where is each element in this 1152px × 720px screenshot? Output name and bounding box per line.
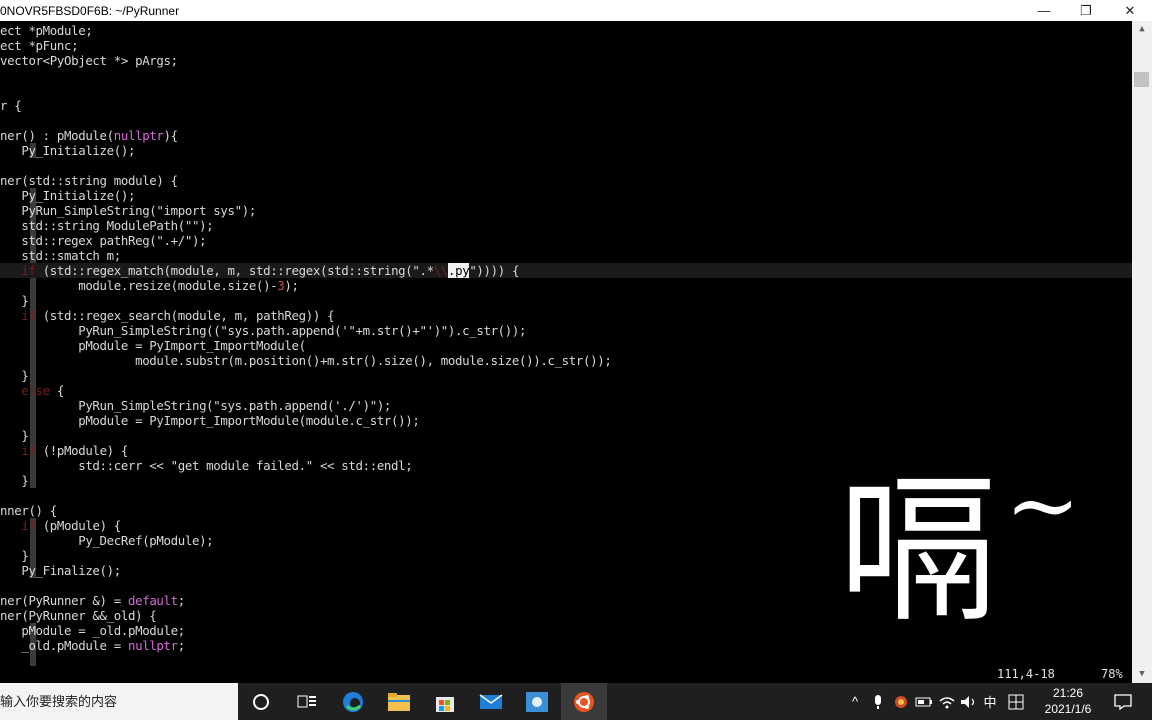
code-line[interactable]: ner(PyRunner &&_old) { (0, 608, 157, 623)
minimize-button[interactable]: — (1022, 0, 1066, 21)
ime-indicator[interactable]: 中 (980, 683, 1000, 720)
window-titlebar[interactable]: 0NOVR5FBSD0F6B: ~/PyRunner — ❐ ✕ (0, 0, 1152, 21)
clock-date: 2021/1/6 (1044, 702, 1092, 716)
taskbar-search-input[interactable]: 输入你要搜索的内容 (0, 683, 238, 720)
app-tray-icon[interactable] (891, 683, 911, 720)
code-line[interactable]: pModule = PyImport_ImportModule( (0, 338, 306, 353)
scrollbar-thumb[interactable] (1134, 72, 1149, 87)
code-line[interactable]: } (0, 548, 28, 563)
code-line[interactable]: std::smatch m; (0, 248, 121, 263)
app-icon[interactable] (514, 683, 560, 720)
vertical-scrollbar[interactable]: ▲ ▼ (1132, 21, 1152, 683)
maximize-button[interactable]: ❐ (1064, 0, 1108, 21)
code-line[interactable]: PyRun_SimpleString("import sys"); (0, 203, 256, 218)
code-line[interactable]: if (std::regex_match(module, m, std::reg… (0, 263, 1132, 278)
notification-icon[interactable] (1110, 683, 1136, 720)
code-line[interactable]: _old.pModule = nullptr; (0, 638, 185, 653)
task-view-icon[interactable] (284, 683, 330, 720)
scroll-up-icon[interactable]: ▲ (1132, 21, 1152, 38)
code-line[interactable]: std::string ModulePath(""); (0, 218, 213, 233)
code-line[interactable]: ner(PyRunner &) = default; (0, 593, 185, 608)
code-line[interactable]: ect *pModule; (0, 23, 93, 38)
wifi-icon[interactable] (936, 683, 958, 720)
code-line[interactable]: Py_Initialize(); (0, 188, 135, 203)
ubuntu-terminal-icon[interactable] (561, 683, 607, 720)
code-line[interactable]: PyRun_SimpleString(("sys.path.append('"+… (0, 323, 526, 338)
volume-icon[interactable] (958, 683, 980, 720)
taskbar-clock[interactable]: 21:26 2021/1/6 (1032, 685, 1104, 717)
chevron-up-icon[interactable]: ^ (846, 683, 864, 720)
code-line[interactable]: } (0, 293, 28, 308)
code-line[interactable]: ner(std::string module) { (0, 173, 178, 188)
edge-browser-icon[interactable] (330, 683, 376, 720)
file-explorer-icon[interactable] (376, 683, 422, 720)
status-line: 111,4-18 78% (0, 667, 1132, 682)
code-line[interactable]: PyRun_SimpleString("sys.path.append('./'… (0, 398, 391, 413)
close-button[interactable]: ✕ (1108, 0, 1152, 21)
mail-icon[interactable] (468, 683, 514, 720)
code-line[interactable]: vector<PyObject *> pArgs; (0, 53, 178, 68)
code-line[interactable]: module.substr(m.position()+m.str().size(… (0, 353, 612, 368)
terminal-area[interactable]: ect *pModule; ect *pFunc; vector<PyObject … (0, 21, 1152, 683)
code-line[interactable]: else { (0, 383, 64, 398)
code-line[interactable]: if (pModule) { (0, 518, 121, 533)
ime-mode-icon[interactable] (1005, 683, 1027, 720)
code-line[interactable]: Py_Initialize(); (0, 143, 135, 158)
scroll-down-icon[interactable]: ▼ (1132, 666, 1152, 683)
clock-time: 21:26 (1052, 686, 1084, 700)
code-line[interactable]: nner() { (0, 503, 57, 518)
code-line[interactable]: module.resize(module.size()-3); (0, 278, 299, 293)
scroll-percent: 78% (1101, 667, 1123, 681)
code-line[interactable]: } (0, 473, 28, 488)
code-line[interactable]: pModule = PyImport_ImportModule(module.c… (0, 413, 420, 428)
taskbar: 输入你要搜索的内容 ^ 中 21:26 2021/1/6 (0, 683, 1152, 720)
search-placeholder: 输入你要搜索的内容 (0, 694, 118, 709)
code-line[interactable]: r { (0, 98, 22, 113)
overlay-character: 嗝 (838, 457, 999, 644)
code-line[interactable]: pModule = _old.pModule; (0, 623, 185, 638)
code-line[interactable]: std::cerr << "get module failed." << std… (0, 458, 413, 473)
microphone-icon[interactable] (868, 683, 888, 720)
store-icon[interactable] (422, 683, 468, 720)
code-line[interactable]: } (0, 428, 28, 443)
cursor-position: 111,4-18 (997, 667, 1055, 681)
cortana-icon[interactable] (238, 683, 284, 720)
code-line[interactable]: ner() : pModule(nullptr){ (0, 128, 178, 143)
code-line[interactable]: Py_DecRef(pModule); (0, 533, 213, 548)
code-line[interactable]: if (!pModule) { (0, 443, 128, 458)
code-line[interactable]: ect *pFunc; (0, 38, 79, 53)
code-line[interactable]: Py_Finalize(); (0, 563, 121, 578)
window-title: 0NOVR5FBSD0F6B: ~/PyRunner (0, 4, 180, 18)
code-line[interactable]: if (std::regex_search(module, m, pathReg… (0, 308, 334, 323)
code-line[interactable]: std::regex pathReg(".+/"); (0, 233, 206, 248)
battery-icon[interactable] (913, 683, 935, 720)
overlay-tilde: ~ (1005, 453, 1081, 558)
code-line[interactable]: } (0, 368, 28, 383)
